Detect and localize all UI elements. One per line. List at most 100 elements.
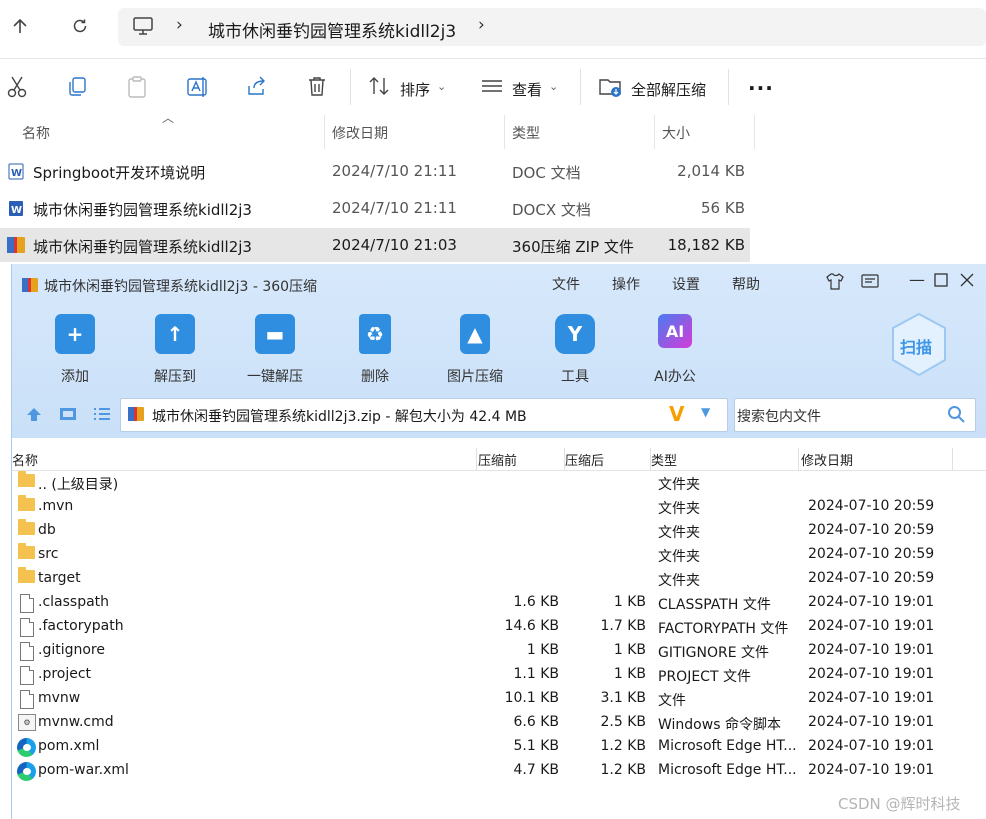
file-icon [20,594,34,613]
column-type[interactable]: 类型 [512,123,540,143]
menu-file[interactable]: 文件 [552,274,580,294]
minimize-icon[interactable]: — [909,270,925,289]
refresh-icon[interactable] [66,12,94,40]
v-logo-icon[interactable]: V [669,402,684,426]
zip-list-row[interactable]: pom.xml 5.1 KB 1.2 KB Microsoft Edge HT... 2… [12,735,986,759]
menu-settings[interactable]: 设置 [672,274,700,294]
file-row-selected[interactable]: 城市休闲垂钓园管理系统kidll2j3 2024/7/10 21:03 360压… [0,228,750,262]
maximize-icon[interactable] [934,272,948,291]
column-size[interactable]: 大小 [662,123,690,143]
add-button[interactable]: + 添加 [35,314,115,386]
column-divider[interactable] [476,448,477,470]
column-divider[interactable] [504,115,505,149]
zip-file-list: .. (上级目录) 文件夹 .mvn 文件夹 2024-07-10 20:59 db 文件夹… [12,471,986,811]
zip-list-row[interactable]: target 文件夹 2024-07-10 20:59 [12,567,986,591]
cmd-script-icon: ⚙ [18,714,36,731]
zip-archive-icon [127,405,145,427]
view-button[interactable]: 查看 [512,79,542,100]
close-icon[interactable] [960,272,974,291]
thumbnail-view-icon[interactable] [58,406,78,426]
archive-path-bar[interactable]: 城市休闲垂钓园管理系统kidll2j3.zip - 解包大小为 42.4 MB … [120,398,728,432]
menu-operation[interactable]: 操作 [612,274,640,294]
toolbar-divider [580,69,581,105]
breadcrumb-folder[interactable]: 城市休闲垂钓园管理系统kidll2j3 [208,17,456,42]
zip-row-modified: 2024-07-10 19:01 [808,738,935,754]
one-click-extract-button[interactable]: ▬ 一键解压 [235,314,315,386]
file-icon [20,642,34,661]
sort-button[interactable]: 排序 [400,79,430,100]
column-divider[interactable] [324,115,325,149]
chevron-right-icon[interactable]: › [478,15,485,35]
folder-icon [18,495,35,511]
extract-to-button[interactable]: ↑ 解压到 [135,314,215,386]
zip-list-row[interactable]: src 文件夹 2024-07-10 20:59 [12,543,986,567]
extract-all-icon[interactable] [598,75,624,101]
zip-list-row[interactable]: ⚙ mvnw.cmd 6.6 KB 2.5 KB Windows 命令脚本 2024-07… [12,711,986,735]
rename-icon[interactable] [186,75,212,101]
zip-list-row[interactable]: .. (上级目录) 文件夹 [12,471,986,495]
file-row[interactable]: W 城市休闲垂钓园管理系统kidll2j3 2024/7/10 21:11 DO… [0,191,750,225]
zip-list-row[interactable]: .mvn 文件夹 2024-07-10 20:59 [12,495,986,519]
share-icon[interactable] [246,75,272,101]
column-type[interactable]: 类型 [651,450,677,469]
skin-icon[interactable] [825,272,845,294]
dropdown-arrow-icon[interactable]: ▼ [701,405,710,419]
zip-list-row[interactable]: .project 1.1 KB 1 KB PROJECT 文件 2024-07-10 1… [12,663,986,687]
delete-button[interactable]: ♻ 删除 [335,314,415,386]
column-before[interactable]: 压缩前 [478,450,517,469]
up-folder-icon[interactable] [24,405,44,427]
search-input[interactable]: 搜索包内文件 [734,398,976,432]
zip-row-name: .mvn [38,498,74,514]
column-name[interactable]: 名称 [12,450,38,469]
cut-icon[interactable] [6,75,32,101]
delete-icon[interactable] [306,75,332,101]
menu-help[interactable]: 帮助 [732,274,760,294]
address-bar[interactable]: › 城市休闲垂钓园管理系统kidll2j3 › [118,8,986,46]
up-arrow-icon[interactable] [6,12,34,40]
extract-all-button[interactable]: 全部解压缩 [631,79,706,100]
zip-row-modified: 2024-07-10 19:01 [808,666,935,682]
tools-button[interactable]: Y 工具 [535,314,615,386]
column-modified[interactable]: 修改日期 [332,123,388,143]
list-view-icon[interactable] [92,406,112,426]
copy-icon[interactable] [66,75,92,101]
more-options-button[interactable]: ... [748,71,774,95]
column-after[interactable]: 压缩后 [565,450,604,469]
file-row[interactable]: W Springboot开发环境说明 2024/7/10 21:11 DOC 文… [0,154,750,188]
sort-icon[interactable] [368,75,394,101]
image-compress-label: 图片压缩 [447,369,503,385]
zip-app-icon [21,276,39,298]
ai-office-button[interactable]: AI AI办公 [635,314,715,386]
search-icon[interactable] [947,405,965,427]
zip-list-row[interactable]: mvnw 10.1 KB 3.1 KB 文件 2024-07-10 19:01 [12,687,986,711]
column-divider[interactable] [754,115,755,149]
zip-list-row[interactable]: .factorypath 14.6 KB 1.7 KB FACTORYPATH 文件 2… [12,615,986,639]
column-divider[interactable] [952,448,953,470]
zip-list-row[interactable]: .gitignore 1 KB 1 KB GITIGNORE 文件 2024-07-10… [12,639,986,663]
zip-row-type: 文件夹 [658,549,700,565]
column-modified[interactable]: 修改日期 [801,450,853,469]
explorer-nav-bar: › 城市休闲垂钓园管理系统kidll2j3 › [0,0,986,56]
image-compress-button[interactable]: ▲ 图片压缩 [435,314,515,386]
zip-list-row[interactable]: pom-war.xml 4.7 KB 1.2 KB Microsoft Edge HT… [12,759,986,783]
computer-icon [132,16,154,40]
zip-list-row[interactable]: .classpath 1.6 KB 1 KB CLASSPATH 文件 2024-07-… [12,591,986,615]
zip-row-size-after: 1 KB [613,666,646,682]
file-name: 城市休闲垂钓园管理系统kidll2j3 [33,201,252,219]
zip-list-row[interactable]: db 文件夹 2024-07-10 20:59 [12,519,986,543]
view-icon[interactable] [480,75,506,101]
column-name[interactable]: 名称 [22,123,50,143]
chevron-down-icon[interactable]: ⌄ [437,80,446,93]
file-size: 18,182 KB [667,236,745,254]
column-divider[interactable] [798,448,799,470]
recycle-icon: ♻ [359,314,391,354]
zip-window: 城市休闲垂钓园管理系统kidll2j3 - 360压缩 文件 操作 设置 帮助 … [11,264,986,819]
scan-button[interactable]: 扫描 [890,312,948,377]
feedback-icon[interactable] [860,272,880,294]
chevron-down-icon[interactable]: ⌄ [549,80,558,93]
zip-row-type: FACTORYPATH 文件 [658,621,789,637]
zip-row-name: .factorypath [38,618,124,634]
zip-row-modified: 2024-07-10 19:01 [808,714,935,730]
file-modified: 2024/7/10 21:11 [332,162,457,180]
column-divider[interactable] [654,115,655,149]
